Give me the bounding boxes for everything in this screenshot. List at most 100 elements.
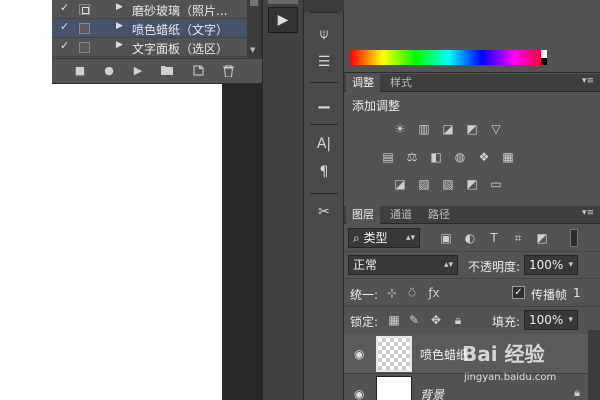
tool-presets-icon[interactable]: ✂ xyxy=(312,201,336,223)
blend-opacity-row: 正常 ▴▾ 不透明度: 100% ▾ xyxy=(344,252,600,279)
action-row[interactable]: ✓ ▶ 磨砂玻璃（照片... xyxy=(52,0,248,19)
black-white-icon[interactable]: ◧ xyxy=(428,150,444,164)
layer-thumbnail xyxy=(376,336,412,372)
scroll-thumb[interactable] xyxy=(250,0,258,6)
layer-filter-row: ⌕ 类型 ▴▾ ▣ ◐ T ⌗ ◩ xyxy=(344,225,600,252)
actions-scrollbar[interactable]: ▼ xyxy=(247,0,261,58)
color-spectrum[interactable] xyxy=(350,50,547,65)
lock-row: 锁定: ▦ ✎ ✥ 🔒︎ 填充: 100% ▾ xyxy=(344,308,600,335)
color-lookup-icon[interactable]: ▦ xyxy=(500,150,516,164)
chevron-down-icon: ▴▾ xyxy=(443,260,453,270)
unify-visibility-icon[interactable]: ⍥ xyxy=(404,286,420,300)
hue-saturation-icon[interactable]: ▤ xyxy=(380,150,396,164)
opacity-input[interactable]: 100% ▾ xyxy=(524,255,578,275)
lock-all-icon[interactable]: 🔒︎ xyxy=(450,313,466,327)
selective-color-icon[interactable]: ◩ xyxy=(464,177,480,191)
propagate-frame-value: 1 xyxy=(573,286,581,300)
paragraph-icon[interactable]: ¶ xyxy=(312,161,336,183)
pixel-filter-icon[interactable]: ▣ xyxy=(438,231,454,245)
layers-scrollbar[interactable] xyxy=(588,330,600,400)
action-label: 磨砂玻璃（照片... xyxy=(132,4,228,18)
propagate-frame-checkbox[interactable]: ✓ xyxy=(512,286,525,299)
layer-row-selected[interactable]: ◉ 喷色蜡纸 xyxy=(344,334,600,374)
brightness-contrast-icon[interactable]: ☀ xyxy=(392,122,408,136)
clone-source-icon[interactable]: ▁ xyxy=(312,90,336,112)
chevron-down-icon: ▴▾ xyxy=(405,233,415,243)
tab-channels[interactable]: 通道 xyxy=(384,206,418,224)
layer-filter-select[interactable]: ⌕ 类型 ▴▾ xyxy=(348,228,420,248)
unify-style-icon[interactable]: ƒx xyxy=(426,286,442,300)
tab-styles[interactable]: 样式 xyxy=(384,74,418,92)
document-canvas[interactable] xyxy=(0,84,222,400)
scroll-down-arrow-icon[interactable]: ▼ xyxy=(250,46,255,54)
record-icon[interactable]: ● xyxy=(103,65,115,77)
trash-icon[interactable] xyxy=(222,64,234,78)
actions-panel: ✓ ▶ 磨砂玻璃（照片... ✓ ▶ 喷色蜡纸（文字） ✓ ▶ 文字面板（选区）… xyxy=(52,0,262,84)
blend-mode-select[interactable]: 正常 ▴▾ xyxy=(348,255,458,275)
character-icon[interactable]: A| xyxy=(312,133,336,155)
levels-icon[interactable]: ▥ xyxy=(416,122,432,136)
expand-triangle-icon[interactable]: ▶ xyxy=(116,21,123,31)
opacity-label: 不透明度: xyxy=(468,260,521,274)
layer-name[interactable]: 喷色蜡纸 xyxy=(420,346,468,363)
new-icon[interactable] xyxy=(192,65,204,77)
posterize-icon[interactable]: ▨ xyxy=(416,177,432,191)
dialog-toggle[interactable] xyxy=(79,4,90,15)
adjustments-title: 添加调整 xyxy=(352,99,401,113)
unify-position-icon[interactable]: ⊹ xyxy=(384,286,400,300)
expand-triangle-icon[interactable]: ▶ xyxy=(116,2,123,12)
stop-icon[interactable]: ■ xyxy=(74,65,86,77)
play-icon[interactable]: ▶ xyxy=(132,65,144,77)
chevron-down-icon: ▾ xyxy=(568,315,573,325)
smart-object-filter-icon[interactable]: ◩ xyxy=(534,231,550,245)
unify-row: 统一: ⊹ ⍥ ƒx ✓ 传播帧 1 xyxy=(344,280,600,307)
brush-settings-icon[interactable]: ⍦ xyxy=(312,23,336,45)
panel-menu-icon[interactable]: ▾≡ xyxy=(582,208,594,218)
tab-paths[interactable]: 路径 xyxy=(422,206,456,224)
paragraph-style-icon[interactable]: ☰ xyxy=(312,51,336,73)
action-toggle-check[interactable]: ✓ xyxy=(60,39,69,52)
lock-image-icon[interactable]: ✎ xyxy=(406,313,422,327)
dialog-toggle[interactable] xyxy=(79,23,90,34)
action-toggle-check[interactable]: ✓ xyxy=(60,20,69,33)
white-swatch[interactable] xyxy=(541,50,547,58)
folder-icon[interactable] xyxy=(161,65,173,77)
black-swatch[interactable] xyxy=(541,58,547,65)
dialog-toggle[interactable] xyxy=(79,42,90,53)
lock-position-icon[interactable]: ✥ xyxy=(428,313,444,327)
layer-name[interactable]: 背景 xyxy=(420,386,444,400)
exposure-icon[interactable]: ◩ xyxy=(464,122,480,136)
color-balance-icon[interactable]: ⚖ xyxy=(404,150,420,164)
invert-icon[interactable]: ◪ xyxy=(392,177,408,191)
action-toggle-check[interactable]: ✓ xyxy=(60,1,69,14)
lock-transparent-icon[interactable]: ▦ xyxy=(386,313,402,327)
channel-mixer-icon[interactable]: ❖ xyxy=(476,150,492,164)
expand-triangle-icon[interactable]: ▶ xyxy=(116,40,123,50)
gradient-map-icon[interactable]: ▭ xyxy=(488,177,504,191)
photo-filter-icon[interactable]: ◍ xyxy=(452,150,468,164)
fill-input[interactable]: 100% ▾ xyxy=(524,310,578,330)
action-row-selected[interactable]: ✓ ▶ 喷色蜡纸（文字） xyxy=(52,19,248,38)
threshold-icon[interactable]: ▧ xyxy=(440,177,456,191)
type-filter-icon[interactable]: T xyxy=(486,231,502,245)
adjustment-filter-icon[interactable]: ◐ xyxy=(462,231,478,245)
panel-menu-icon[interactable]: ▾≡ xyxy=(582,76,594,86)
eye-icon[interactable]: ◉ xyxy=(354,347,364,361)
vibrance-icon[interactable]: ▽ xyxy=(488,122,504,136)
layer-row[interactable]: ◉ 背景 🔒︎ xyxy=(344,374,600,400)
curves-icon[interactable]: ◪ xyxy=(440,122,456,136)
action-row[interactable]: ✓ ▶ 文字面板（选区） xyxy=(52,38,248,57)
divider xyxy=(310,82,338,83)
shape-filter-icon[interactable]: ⌗ xyxy=(510,231,526,245)
fill-label: 填充: xyxy=(492,315,521,329)
tab-layers[interactable]: 图层 xyxy=(346,206,380,224)
search-icon: ⌕ xyxy=(353,231,364,245)
filter-toggle-switch[interactable] xyxy=(570,229,578,247)
divider xyxy=(310,193,338,194)
lock-icon: 🔒︎ xyxy=(574,386,580,399)
play-button[interactable]: ▶ xyxy=(268,7,298,33)
eye-icon[interactable]: ◉ xyxy=(354,387,364,400)
tab-adjustments[interactable]: 调整 xyxy=(346,74,380,92)
lock-label: 锁定: xyxy=(350,315,379,329)
action-label: 喷色蜡纸（文字） xyxy=(132,23,229,37)
